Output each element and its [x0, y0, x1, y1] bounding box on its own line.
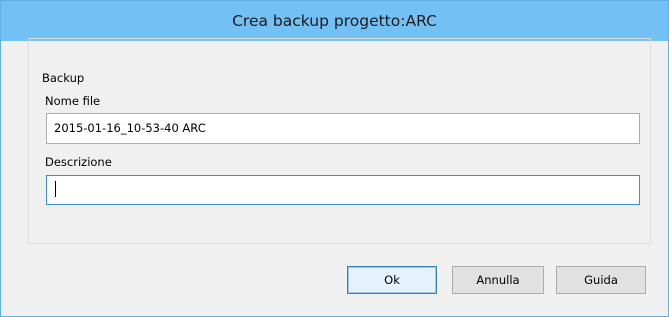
backup-group-legend: Backup [40, 71, 87, 85]
cancel-button[interactable]: Annulla [452, 266, 544, 294]
filename-label: Nome file [45, 94, 101, 108]
dialog-window: Crea backup progetto:ARC Backup Nome fil… [0, 0, 669, 317]
description-field[interactable] [46, 175, 640, 205]
dialog-title: Crea backup progetto:ARC [232, 12, 437, 30]
filename-field[interactable]: 2015-01-16_10-53-40 ARC [46, 113, 640, 144]
help-button[interactable]: Guida [556, 266, 646, 294]
ok-button[interactable]: Ok [347, 266, 437, 294]
description-label: Descrizione [45, 155, 112, 169]
filename-value: 2015-01-16_10-53-40 ARC [54, 121, 206, 135]
text-caret [55, 181, 56, 197]
title-bar[interactable]: Crea backup progetto:ARC [1, 1, 668, 41]
